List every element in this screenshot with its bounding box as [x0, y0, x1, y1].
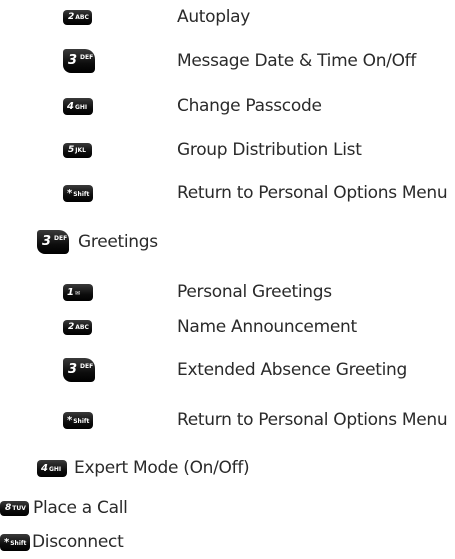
key-4-icon: 4GHI: [37, 459, 67, 477]
name-announcement-label: Name Announcement: [177, 317, 357, 337]
change-passcode-label: Change Passcode: [177, 96, 322, 116]
message-date-time-label: Message Date & Time On/Off: [177, 51, 417, 71]
list-item: 4GHI Change Passcode: [63, 91, 322, 121]
key-2-icon: 2ABC: [63, 319, 92, 335]
expert-mode-label: Expert Mode (On/Off): [74, 458, 250, 478]
list-item: *Shift Return to Personal Options Menu: [63, 405, 448, 435]
key-1-icon: 1✉: [63, 283, 93, 301]
list-item: *Shift Return to Personal Options Menu: [63, 178, 448, 208]
personal-greetings-label: Personal Greetings: [177, 282, 332, 302]
group-distribution-label: Group Distribution List: [177, 140, 362, 160]
key-star-icon: *Shift: [0, 533, 30, 551]
key-star-icon: *Shift: [63, 411, 93, 429]
list-item: 3 DEF Extended Absence Greeting: [63, 355, 407, 385]
key-3-icon: 3 DEF: [63, 358, 95, 382]
key-star-icon: *Shift: [63, 184, 93, 202]
greetings-label: Greetings: [78, 232, 158, 252]
key-5-icon: 5JKL: [63, 142, 92, 158]
extended-absence-label: Extended Absence Greeting: [177, 360, 408, 380]
place-call-label: Place a Call: [33, 498, 128, 518]
key-4-icon: 4GHI: [63, 97, 93, 115]
list-item: 5JKL Group Distribution List: [63, 135, 362, 165]
key-3-icon: 3 DEF: [37, 230, 69, 254]
greetings-heading: 3 DEF Greetings: [37, 227, 158, 257]
disconnect-label: Disconnect: [32, 532, 124, 552]
list-item: 2ABC Name Announcement: [63, 312, 357, 342]
place-call-item: 8TUV Place a Call: [0, 493, 128, 523]
list-item: 2ABC Autoplay: [63, 2, 250, 32]
autoplay-label: Autoplay: [177, 7, 251, 27]
expert-mode-item: 4GHI Expert Mode (On/Off): [37, 453, 250, 483]
return-personal-options-label: Return to Personal Options Menu: [177, 410, 448, 430]
disconnect-item: *Shift Disconnect: [0, 527, 124, 557]
key-8-icon: 8TUV: [0, 500, 29, 516]
return-personal-options-label: Return to Personal Options Menu: [177, 183, 448, 203]
list-item: 3 DEF Message Date & Time On/Off: [63, 46, 416, 76]
key-2-icon: 2ABC: [63, 9, 92, 25]
key-3-icon: 3 DEF: [63, 49, 95, 73]
list-item: 1✉ Personal Greetings: [63, 277, 332, 307]
